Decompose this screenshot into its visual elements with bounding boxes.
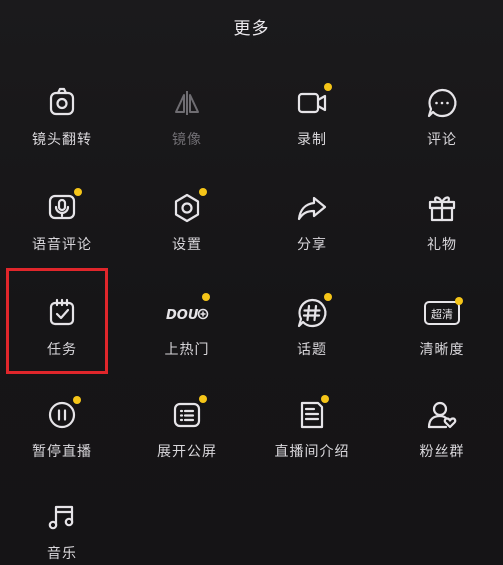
topic-button[interactable]: 话题 xyxy=(257,293,367,385)
hot-boost-new-dot xyxy=(202,293,210,301)
pause-live-icon xyxy=(44,396,81,433)
share-arrow-icon xyxy=(294,190,330,226)
mirror-icon xyxy=(169,85,205,121)
hd-text: 超清 xyxy=(431,307,453,321)
voice-comment-new-dot xyxy=(74,188,82,196)
fan-group-icon xyxy=(424,397,460,433)
quality-label: 清晰度 xyxy=(419,342,465,358)
panel-title: 更多 xyxy=(233,19,270,39)
gift-button[interactable]: 礼物 xyxy=(387,190,497,280)
voice-comment-label: 语音评论 xyxy=(32,237,92,253)
expand-screen-icon xyxy=(169,395,207,433)
settings-button[interactable]: 设置 xyxy=(132,188,242,280)
comment-bubble-icon xyxy=(424,85,460,121)
room-intro-new-dot xyxy=(321,395,329,403)
hot-boost-button[interactable]: DOU 上热门 xyxy=(132,293,242,385)
topic-new-dot xyxy=(324,293,332,301)
expand-screen-label: 展开公屏 xyxy=(157,444,217,460)
quality-new-dot xyxy=(455,297,463,305)
camera-flip-icon xyxy=(44,85,80,121)
room-intro-icon xyxy=(294,395,330,433)
task-button[interactable]: 任务 xyxy=(7,295,117,385)
expand-screen-button[interactable]: 展开公屏 xyxy=(132,395,242,487)
dou-text: DOU xyxy=(166,308,199,323)
more-panel: 更多 镜头翻转 镜像 录制 评论 语音评论 设置 分享 礼物 任务 DOU 上热… xyxy=(0,0,503,565)
mirror-label: 镜像 xyxy=(172,132,202,148)
music-button[interactable]: 音乐 xyxy=(7,499,117,565)
settings-new-dot xyxy=(199,188,207,196)
settings-label: 设置 xyxy=(172,237,202,253)
camera-flip-label: 镜头翻转 xyxy=(32,132,92,148)
fan-group-label: 粉丝群 xyxy=(419,444,465,460)
music-note-icon xyxy=(44,499,80,535)
share-button[interactable]: 分享 xyxy=(257,190,367,280)
hot-boost-label: 上热门 xyxy=(164,342,210,358)
hd-quality-icon: 超清 xyxy=(422,295,463,331)
room-intro-button[interactable]: 直播间介绍 xyxy=(257,395,367,487)
record-label: 录制 xyxy=(297,132,327,148)
topic-label: 话题 xyxy=(297,342,327,358)
dou-plus-icon: DOU xyxy=(165,293,210,331)
share-label: 分享 xyxy=(297,237,327,253)
voice-comment-icon xyxy=(44,188,82,226)
pause-live-button[interactable]: 暂停直播 xyxy=(7,396,117,487)
expand-screen-new-dot xyxy=(199,395,207,403)
music-label: 音乐 xyxy=(47,546,77,562)
record-new-dot xyxy=(324,83,332,91)
pause-live-label: 暂停直播 xyxy=(32,444,92,460)
gift-label: 礼物 xyxy=(427,237,457,253)
voice-comment-button[interactable]: 语音评论 xyxy=(7,188,117,280)
settings-gear-icon xyxy=(169,188,207,226)
comment-button[interactable]: 评论 xyxy=(387,85,497,175)
task-calendar-icon xyxy=(44,295,80,331)
quality-button[interactable]: 超清 清晰度 xyxy=(387,295,497,385)
fan-group-button[interactable]: 粉丝群 xyxy=(387,397,497,487)
mirror-button[interactable]: 镜像 xyxy=(132,85,242,175)
gift-icon xyxy=(424,190,460,226)
task-label: 任务 xyxy=(47,342,77,358)
comment-label: 评论 xyxy=(427,132,457,148)
record-button[interactable]: 录制 xyxy=(257,83,367,175)
camera-flip-button[interactable]: 镜头翻转 xyxy=(7,85,117,175)
record-video-icon xyxy=(294,83,332,121)
room-intro-label: 直播间介绍 xyxy=(274,444,350,460)
topic-hashtag-icon xyxy=(294,293,332,331)
pause-live-new-dot xyxy=(73,396,81,404)
